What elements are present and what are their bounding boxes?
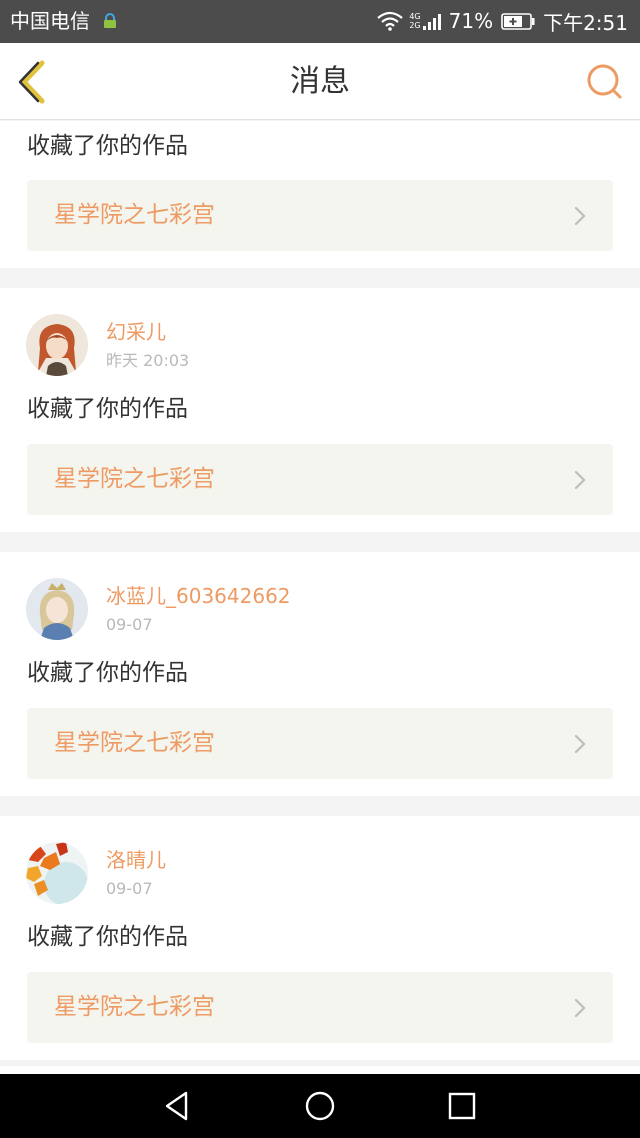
work-link[interactable]: 星学院之七彩宫 (27, 708, 613, 779)
recents-square-icon[interactable] (444, 1088, 480, 1124)
message-card (0, 1066, 640, 1074)
work-link[interactable]: 星学院之七彩宫 (27, 972, 613, 1043)
signal-strength-icon (422, 14, 441, 30)
work-title: 星学院之七彩宫 (54, 202, 215, 228)
work-title: 星学院之七彩宫 (54, 466, 215, 492)
avatar[interactable] (26, 842, 88, 904)
message-card: 收藏了你的作品 星学院之七彩宫 (0, 121, 640, 268)
app-header: 消息 (0, 43, 640, 120)
work-title: 星学院之七彩宫 (54, 994, 215, 1020)
message-action-text: 收藏了你的作品 (27, 660, 188, 686)
message-action-text: 收藏了你的作品 (27, 133, 188, 159)
wifi-icon (377, 11, 404, 31)
search-icon (587, 64, 622, 99)
carrier-label: 中国电信 (10, 9, 90, 33)
avatar[interactable] (26, 578, 88, 640)
message-action-text: 收藏了你的作品 (27, 396, 188, 422)
page-title: 消息 (290, 64, 350, 99)
system-nav-bar (0, 1074, 640, 1138)
avatar[interactable] (26, 314, 88, 376)
message-time: 09-07 (106, 879, 153, 898)
battery-percent: 71% (448, 9, 494, 33)
network-type-label: 4G 2G (409, 12, 421, 30)
message-card: 洛晴儿 09-07 收藏了你的作品 星学院之七彩宫 (0, 816, 640, 1060)
message-time: 09-07 (106, 615, 153, 634)
work-link[interactable]: 星学院之七彩宫 (27, 180, 613, 251)
message-card: 幻采儿 昨天 20:03 收藏了你的作品 星学院之七彩宫 (0, 288, 640, 532)
home-circle-icon[interactable] (302, 1088, 338, 1124)
message-card: 冰蓝儿_603642662 09-07 收藏了你的作品 星学院之七彩宫 (0, 552, 640, 796)
username[interactable]: 洛晴儿 (106, 848, 166, 872)
chevron-right-icon (574, 470, 586, 490)
chevron-right-icon (574, 206, 586, 226)
message-action-text: 收藏了你的作品 (27, 924, 188, 950)
work-title: 星学院之七彩宫 (54, 730, 215, 756)
chevron-right-icon (574, 998, 586, 1018)
chevron-right-icon (574, 734, 586, 754)
search-button[interactable] (586, 63, 624, 101)
battery-charging-icon (501, 12, 535, 30)
back-triangle-icon[interactable] (160, 1088, 196, 1124)
username[interactable]: 冰蓝儿_603642662 (106, 584, 291, 608)
data-lock-icon (104, 13, 116, 28)
message-time: 昨天 20:03 (106, 351, 190, 370)
clock-time: 下午2:51 (543, 10, 628, 35)
status-bar: 中国电信 4G 2G 71% 下午2:51 (0, 0, 640, 43)
message-list[interactable]: 收藏了你的作品 星学院之七彩宫 幻采儿 昨天 20:03 收藏了你的作品 星学院… (0, 121, 640, 1074)
username[interactable]: 幻采儿 (106, 320, 166, 344)
work-link[interactable]: 星学院之七彩宫 (27, 444, 613, 515)
